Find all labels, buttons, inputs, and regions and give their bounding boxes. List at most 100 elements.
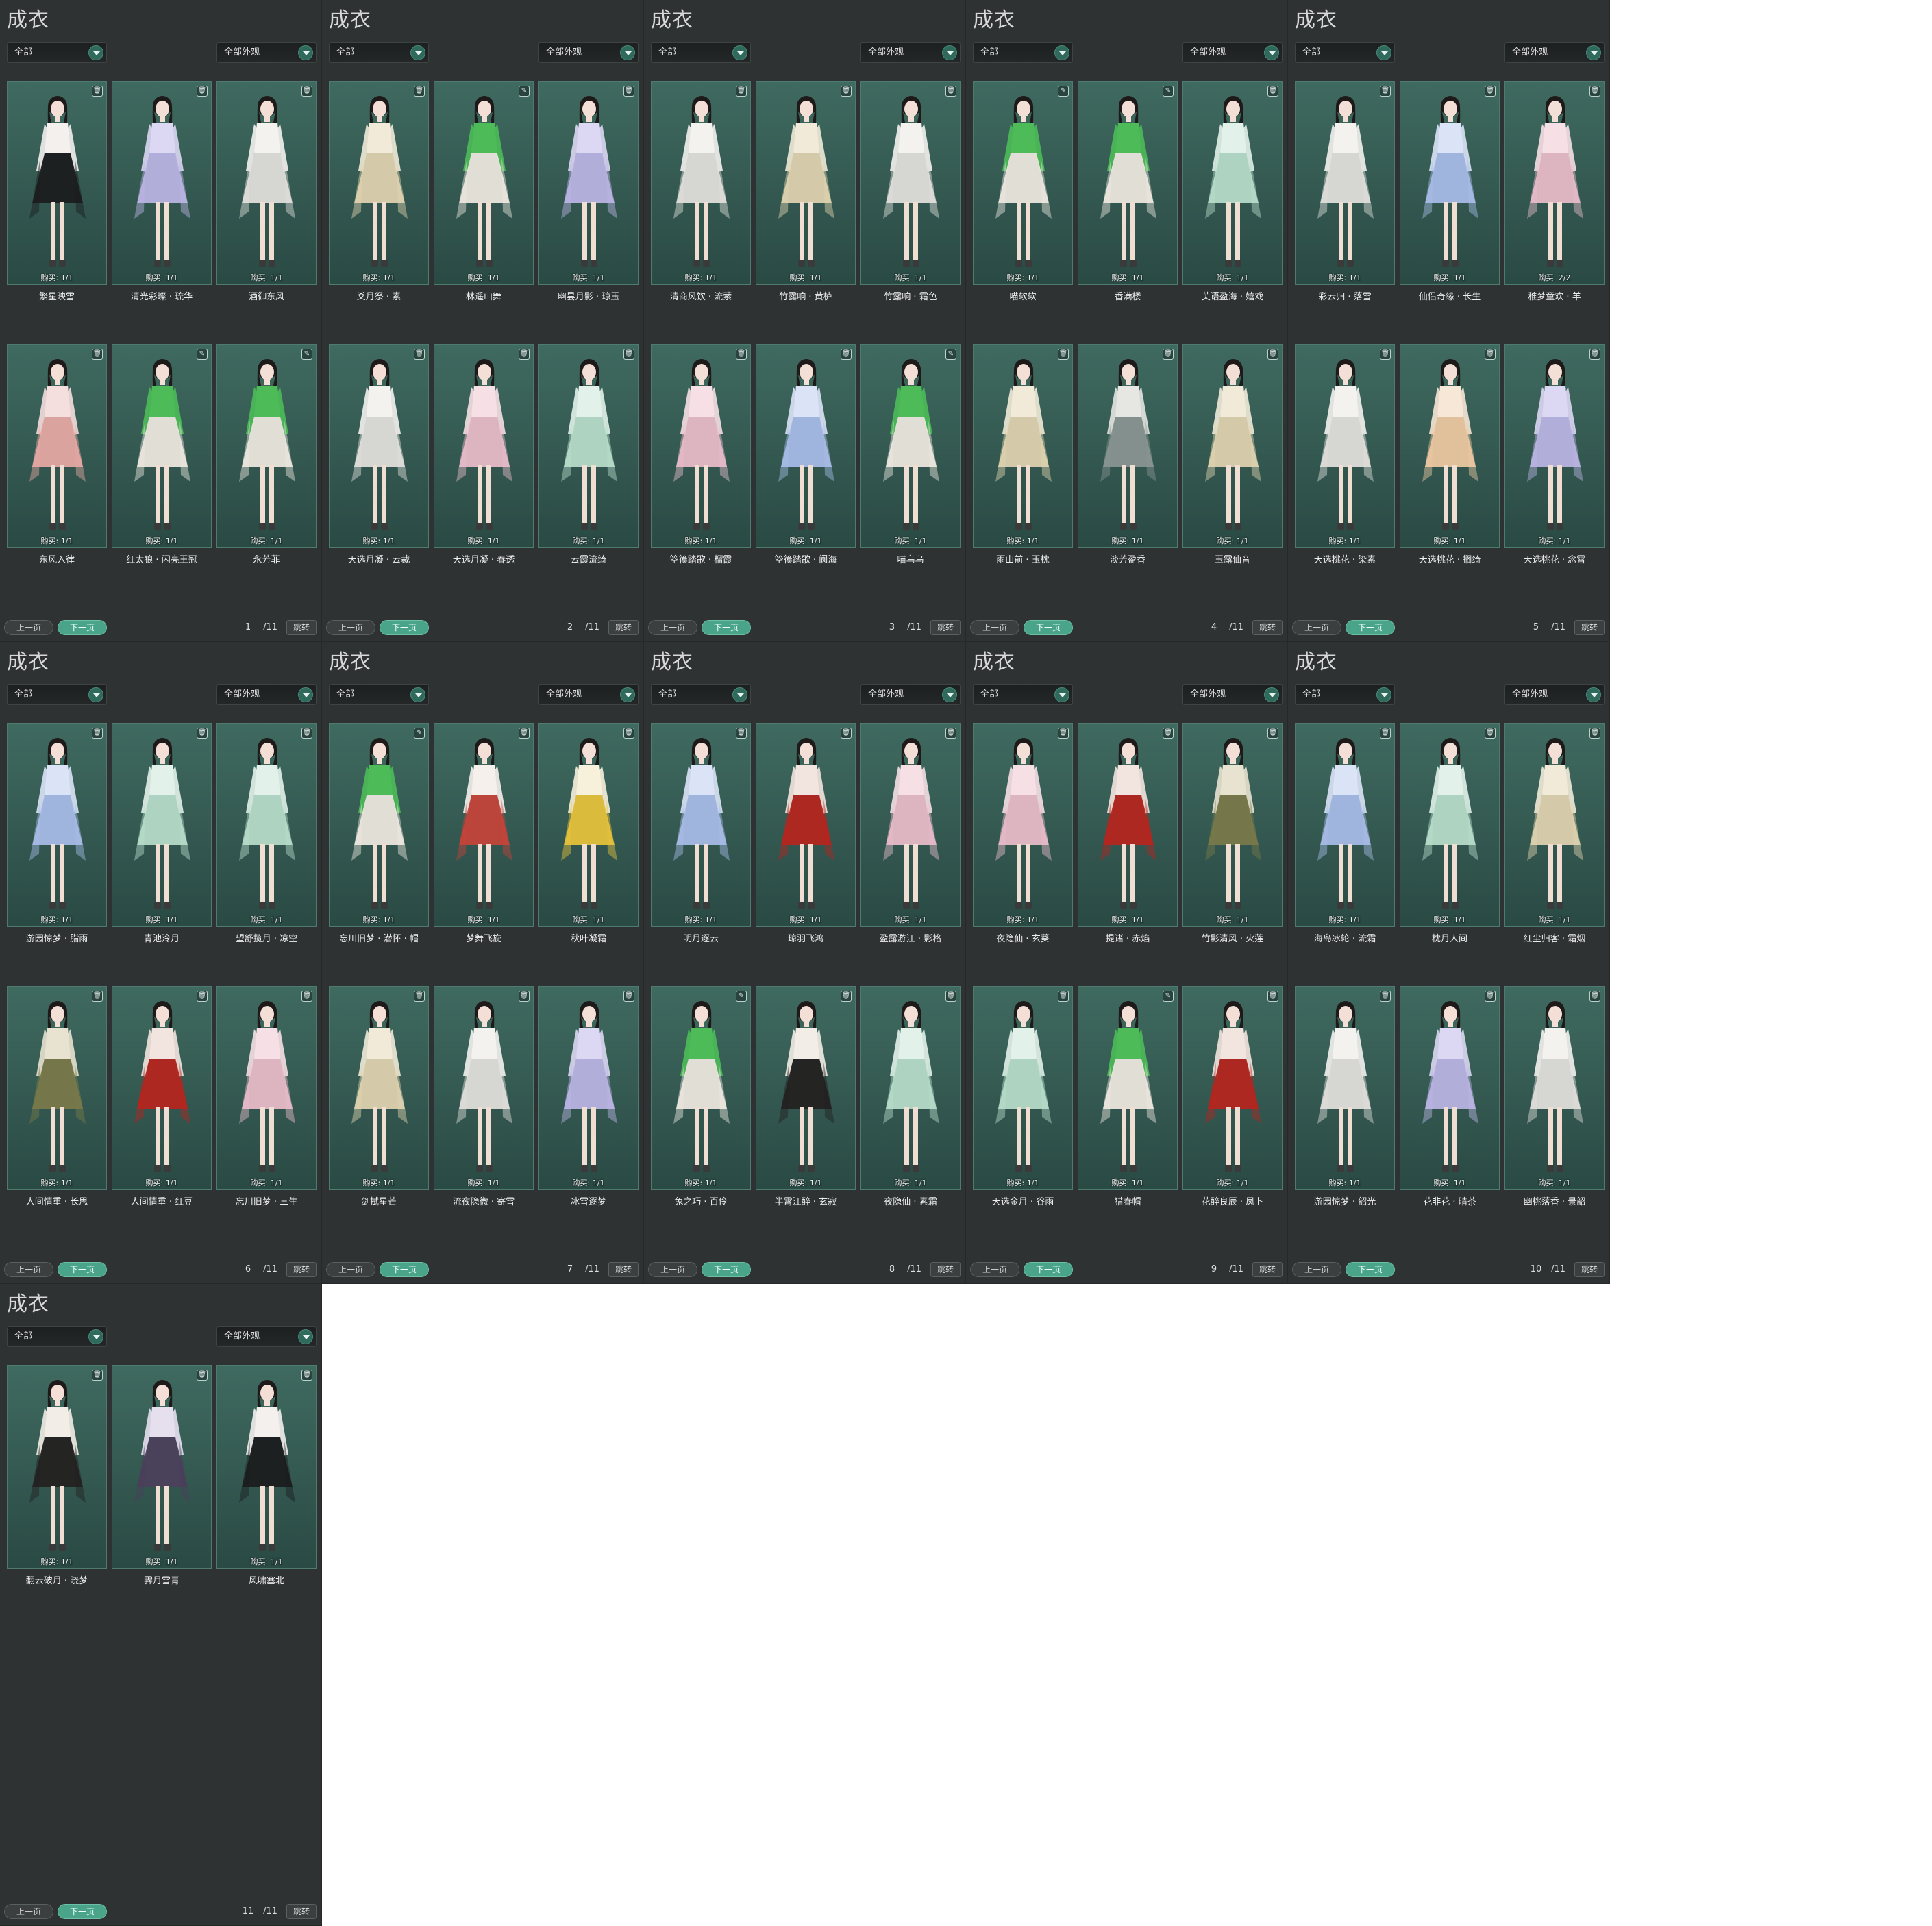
trash-icon[interactable]: 🗑 — [736, 728, 747, 739]
jump-button[interactable]: 跳转 — [1574, 620, 1605, 635]
chevron-down-icon[interactable] — [88, 1329, 103, 1344]
appearance-filter-dropdown[interactable]: 全部外观 — [860, 42, 961, 63]
outfit-card[interactable]: 🗑 购买: 1/1 — [7, 723, 107, 927]
next-page-button[interactable]: 下一页 — [702, 620, 751, 635]
trash-icon[interactable]: 🗑 — [197, 86, 208, 97]
outfit-card[interactable]: 🗑 购买: 1/1 — [7, 344, 107, 548]
category-filter-dropdown[interactable]: 全部 — [973, 42, 1073, 63]
trash-icon[interactable]: 🗑 — [1058, 728, 1069, 739]
edit-icon[interactable]: ✎ — [736, 991, 747, 1002]
prev-page-button[interactable]: 上一页 — [326, 1262, 375, 1277]
prev-page-button[interactable]: 上一页 — [4, 1904, 53, 1919]
edit-icon[interactable]: ✎ — [414, 728, 425, 739]
trash-icon[interactable]: 🗑 — [1380, 349, 1391, 360]
outfit-card[interactable]: 🗑 购买: 1/1 — [434, 344, 534, 548]
outfit-card[interactable]: 🗑 购买: 1/1 — [1078, 344, 1178, 548]
current-page-input[interactable]: 10 — [1521, 1264, 1551, 1274]
outfit-card[interactable]: 🗑 购买: 1/1 — [7, 986, 107, 1190]
chevron-down-icon[interactable] — [620, 687, 635, 702]
trash-icon[interactable]: 🗑 — [197, 1370, 208, 1381]
jump-button[interactable]: 跳转 — [1252, 1262, 1283, 1277]
outfit-card[interactable]: 🗑 购买: 1/1 — [1182, 986, 1283, 1190]
outfit-card[interactable]: ✎ 购买: 1/1 — [1078, 81, 1178, 285]
prev-page-button[interactable]: 上一页 — [1292, 1262, 1341, 1277]
prev-page-button[interactable]: 上一页 — [648, 620, 697, 635]
trash-icon[interactable]: 🗑 — [1163, 349, 1174, 360]
trash-icon[interactable]: 🗑 — [301, 991, 312, 1002]
outfit-card[interactable]: ✎ 购买: 1/1 — [216, 344, 317, 548]
category-filter-dropdown[interactable]: 全部 — [329, 42, 429, 63]
current-page-input[interactable]: 6 — [233, 1264, 263, 1274]
chevron-down-icon[interactable] — [88, 687, 103, 702]
outfit-card[interactable]: ✎ 购买: 1/1 — [329, 723, 429, 927]
trash-icon[interactable]: 🗑 — [841, 86, 852, 97]
trash-icon[interactable]: 🗑 — [1380, 728, 1391, 739]
current-page-input[interactable]: 9 — [1199, 1264, 1229, 1274]
next-page-button[interactable]: 下一页 — [58, 620, 107, 635]
outfit-card[interactable]: 🗑 购买: 1/1 — [651, 723, 751, 927]
appearance-filter-dropdown[interactable]: 全部外观 — [1182, 42, 1283, 63]
chevron-down-icon[interactable] — [1264, 687, 1279, 702]
trash-icon[interactable]: 🗑 — [736, 349, 747, 360]
trash-icon[interactable]: 🗑 — [841, 728, 852, 739]
outfit-card[interactable]: 🗑 购买: 1/1 — [216, 1365, 317, 1569]
trash-icon[interactable]: 🗑 — [197, 991, 208, 1002]
prev-page-button[interactable]: 上一页 — [326, 620, 375, 635]
appearance-filter-dropdown[interactable]: 全部外观 — [1182, 684, 1283, 705]
current-page-input[interactable]: 5 — [1521, 622, 1551, 632]
trash-icon[interactable]: 🗑 — [945, 86, 956, 97]
outfit-card[interactable]: 🗑 购买: 1/1 — [1400, 986, 1500, 1190]
outfit-card[interactable]: 🗑 购买: 1/1 — [973, 344, 1073, 548]
trash-icon[interactable]: 🗑 — [92, 86, 103, 97]
next-page-button[interactable]: 下一页 — [380, 1262, 429, 1277]
trash-icon[interactable]: 🗑 — [1267, 728, 1278, 739]
jump-button[interactable]: 跳转 — [930, 620, 961, 635]
current-page-input[interactable]: 7 — [555, 1264, 585, 1274]
prev-page-button[interactable]: 上一页 — [970, 1262, 1019, 1277]
current-page-input[interactable]: 8 — [877, 1264, 907, 1274]
trash-icon[interactable]: 🗑 — [92, 991, 103, 1002]
trash-icon[interactable]: 🗑 — [1058, 349, 1069, 360]
chevron-down-icon[interactable] — [942, 45, 957, 60]
current-page-input[interactable]: 11 — [233, 1906, 263, 1916]
chevron-down-icon[interactable] — [1586, 45, 1601, 60]
outfit-card[interactable]: 🗑 购买: 1/1 — [860, 723, 961, 927]
chevron-down-icon[interactable] — [942, 687, 957, 702]
chevron-down-icon[interactable] — [1586, 687, 1601, 702]
trash-icon[interactable]: 🗑 — [1058, 991, 1069, 1002]
current-page-input[interactable]: 1 — [233, 622, 263, 632]
trash-icon[interactable]: 🗑 — [301, 86, 312, 97]
outfit-card[interactable]: ✎ 购买: 1/1 — [112, 344, 212, 548]
outfit-card[interactable]: 🗑 购买: 1/1 — [7, 1365, 107, 1569]
outfit-card[interactable]: ✎ 购买: 1/1 — [860, 344, 961, 548]
trash-icon[interactable]: 🗑 — [301, 1370, 312, 1381]
outfit-card[interactable]: 🗑 购买: 2/2 — [1504, 81, 1605, 285]
chevron-down-icon[interactable] — [1376, 687, 1391, 702]
next-page-button[interactable]: 下一页 — [1346, 620, 1395, 635]
trash-icon[interactable]: 🗑 — [945, 728, 956, 739]
category-filter-dropdown[interactable]: 全部 — [7, 1326, 107, 1347]
appearance-filter-dropdown[interactable]: 全部外观 — [538, 42, 639, 63]
outfit-card[interactable]: 🗑 购买: 1/1 — [112, 986, 212, 1190]
current-page-input[interactable]: 2 — [555, 622, 585, 632]
outfit-card[interactable]: 🗑 购买: 1/1 — [112, 81, 212, 285]
outfit-card[interactable]: 🗑 购买: 1/1 — [1400, 723, 1500, 927]
outfit-card[interactable]: 🗑 购买: 1/1 — [216, 81, 317, 285]
chevron-down-icon[interactable] — [620, 45, 635, 60]
trash-icon[interactable]: 🗑 — [623, 728, 634, 739]
outfit-card[interactable]: 🗑 购买: 1/1 — [1295, 81, 1395, 285]
trash-icon[interactable]: 🗑 — [1485, 728, 1496, 739]
outfit-card[interactable]: 🗑 购买: 1/1 — [1504, 723, 1605, 927]
outfit-card[interactable]: 🗑 购买: 1/1 — [329, 986, 429, 1190]
outfit-card[interactable]: 🗑 购买: 1/1 — [1078, 723, 1178, 927]
category-filter-dropdown[interactable]: 全部 — [1295, 684, 1395, 705]
trash-icon[interactable]: 🗑 — [301, 728, 312, 739]
category-filter-dropdown[interactable]: 全部 — [651, 42, 751, 63]
outfit-card[interactable]: 🗑 购买: 1/1 — [756, 344, 856, 548]
chevron-down-icon[interactable] — [410, 45, 425, 60]
outfit-card[interactable]: 🗑 购买: 1/1 — [538, 81, 639, 285]
trash-icon[interactable]: 🗑 — [1485, 991, 1496, 1002]
edit-icon[interactable]: ✎ — [1058, 86, 1069, 97]
trash-icon[interactable]: 🗑 — [1380, 86, 1391, 97]
trash-icon[interactable]: 🗑 — [841, 991, 852, 1002]
